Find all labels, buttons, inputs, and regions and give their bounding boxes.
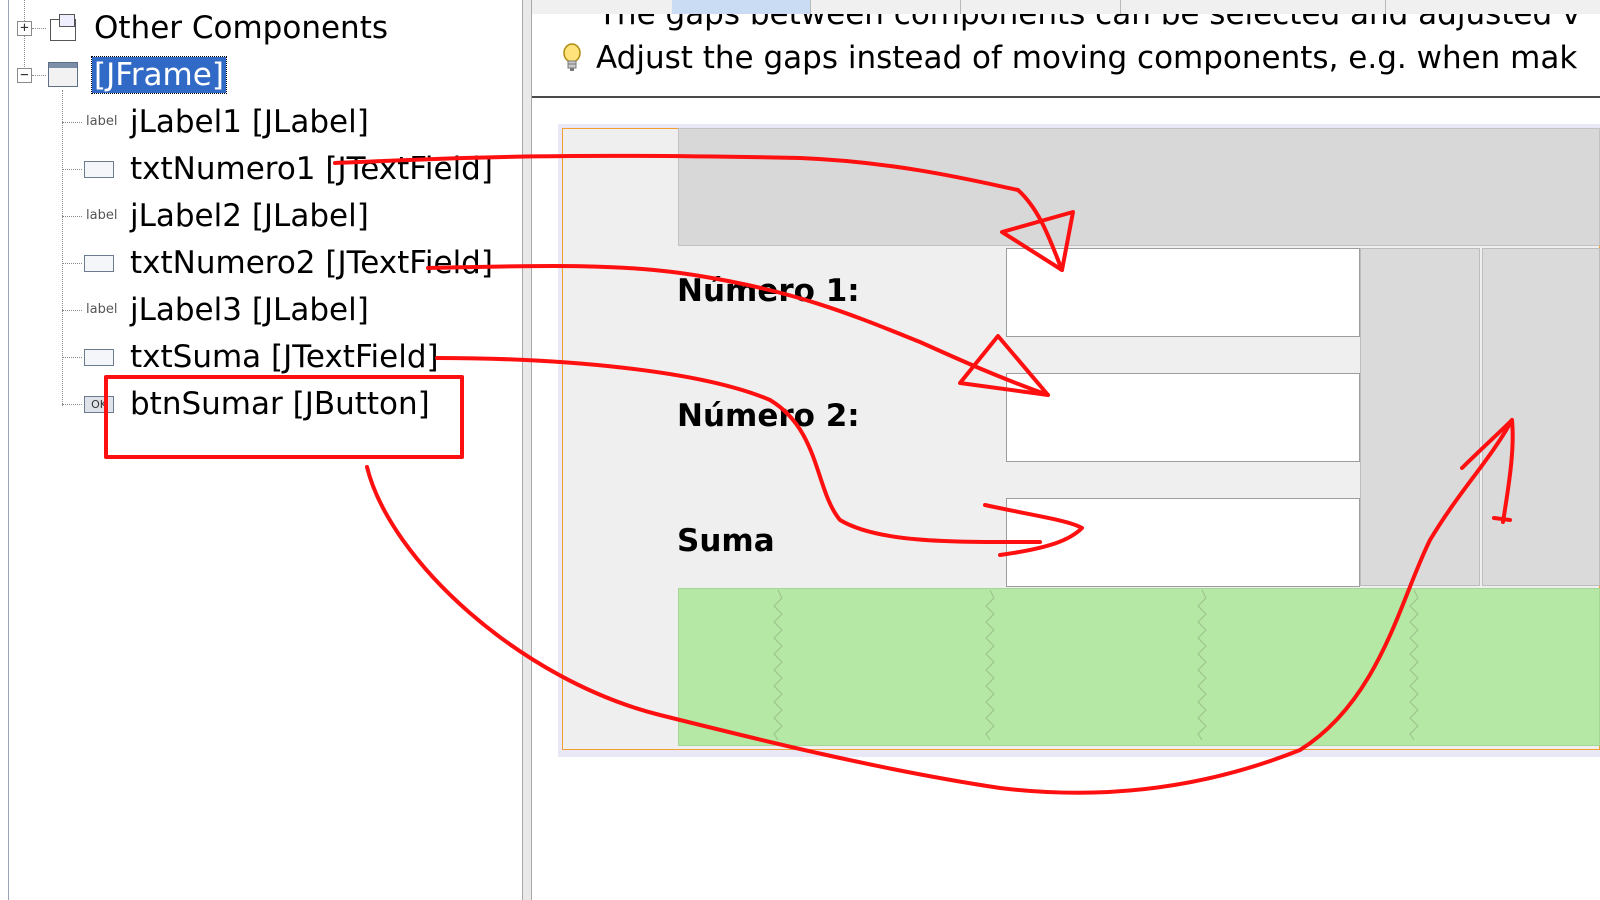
layout-gap-column[interactable] [1360, 248, 1480, 586]
tree-guide-other [32, 28, 46, 29]
layout-gap-top[interactable] [678, 128, 1600, 246]
hint-text-line: Adjust the gaps instead of moving compon… [596, 40, 1578, 76]
tree-item-label: jLabel2 [JLabel] [130, 198, 369, 234]
tree-guide-child [62, 263, 82, 264]
tree-item-label-selected: [JFrame] [91, 56, 227, 94]
hint-panel: The gaps between components can be selec… [532, 14, 1600, 98]
tree-guide-child [62, 404, 82, 405]
jlabel-icon: label [86, 114, 118, 129]
resize-zigzag [1197, 590, 1207, 740]
button-placeholder-area[interactable] [678, 588, 1600, 746]
editor-tab-active[interactable] [672, 0, 811, 14]
tree-guide-jframe [32, 75, 46, 76]
layout-gap-column[interactable] [1482, 248, 1600, 586]
tree-guide-child [62, 310, 82, 311]
tree-item-jlabel3[interactable]: jLabel3 [JLabel] [130, 288, 369, 332]
tree-guide-root [24, 0, 25, 75]
collapse-jframe-toggle[interactable]: − [17, 68, 32, 83]
expand-other-components-toggle[interactable]: + [17, 21, 32, 36]
panel-splitter[interactable] [522, 0, 532, 900]
jlabel-icon: label [86, 208, 118, 223]
resize-zigzag [773, 590, 783, 740]
tree-item-label: txtNumero2 [JTextField] [130, 245, 493, 281]
jtextfield-icon [84, 255, 114, 272]
navigator-border [8, 0, 9, 900]
numero2-field[interactable] [1006, 373, 1360, 462]
jtextfield-icon [84, 349, 114, 366]
editor-tab[interactable] [960, 0, 1121, 14]
tree-guide-child [62, 216, 82, 217]
resize-zigzag [985, 590, 995, 740]
tree-item-jlabel1[interactable]: jLabel1 [JLabel] [130, 100, 369, 144]
navigator-panel: + Other Components − [JFrame] label jLab… [0, 0, 522, 900]
editor-tab-strip [532, 0, 1600, 15]
resize-zigzag [1409, 590, 1419, 740]
tree-guide-children [62, 90, 63, 406]
tree-item-label: jLabel1 [JLabel] [130, 104, 369, 140]
hint-text-line: The gaps between components can be selec… [598, 14, 1581, 32]
editor-tab[interactable] [1385, 0, 1600, 14]
tree-item-txtsuma[interactable]: txtSuma [JTextField] [130, 335, 439, 379]
tree-guide-child [62, 169, 82, 170]
numero2-label[interactable]: Número 2: [677, 398, 860, 434]
other-components-icon [50, 14, 76, 41]
lightbulb-icon [563, 43, 581, 71]
jbutton-icon: OK [84, 396, 114, 413]
tree-guide-child [62, 122, 82, 123]
editor-tab[interactable] [810, 0, 961, 14]
tree-item-txtnumero1[interactable]: txtNumero1 [JTextField] [130, 147, 493, 191]
jlabel-icon: label [86, 302, 118, 317]
jtextfield-icon [84, 161, 114, 178]
tree-item-jframe[interactable]: [JFrame] [91, 53, 227, 97]
tree-item-label: txtNumero1 [JTextField] [130, 151, 493, 187]
tree-item-btnsumar[interactable]: btnSumar [JButton] [130, 382, 430, 426]
editor-tab[interactable] [532, 0, 673, 14]
jframe-icon [48, 62, 78, 87]
tree-item-jlabel2[interactable]: jLabel2 [JLabel] [130, 194, 369, 238]
numero1-field[interactable] [1006, 248, 1360, 337]
tree-item-label: Other Components [94, 10, 389, 46]
tree-item-other-components[interactable]: Other Components [94, 6, 388, 50]
numero1-label[interactable]: Número 1: [677, 273, 860, 309]
tree-item-label: jLabel3 [JLabel] [130, 292, 369, 328]
tree-item-txtnumero2[interactable]: txtNumero2 [JTextField] [130, 241, 493, 285]
tree-item-label: btnSumar [JButton] [130, 386, 430, 422]
design-area: The gaps between components can be selec… [532, 0, 1600, 900]
editor-tab[interactable] [1120, 0, 1386, 14]
tree-item-label: txtSuma [JTextField] [130, 339, 439, 375]
suma-label[interactable]: Suma [677, 523, 775, 559]
suma-field[interactable] [1006, 498, 1360, 587]
tree-guide-child [62, 357, 82, 358]
